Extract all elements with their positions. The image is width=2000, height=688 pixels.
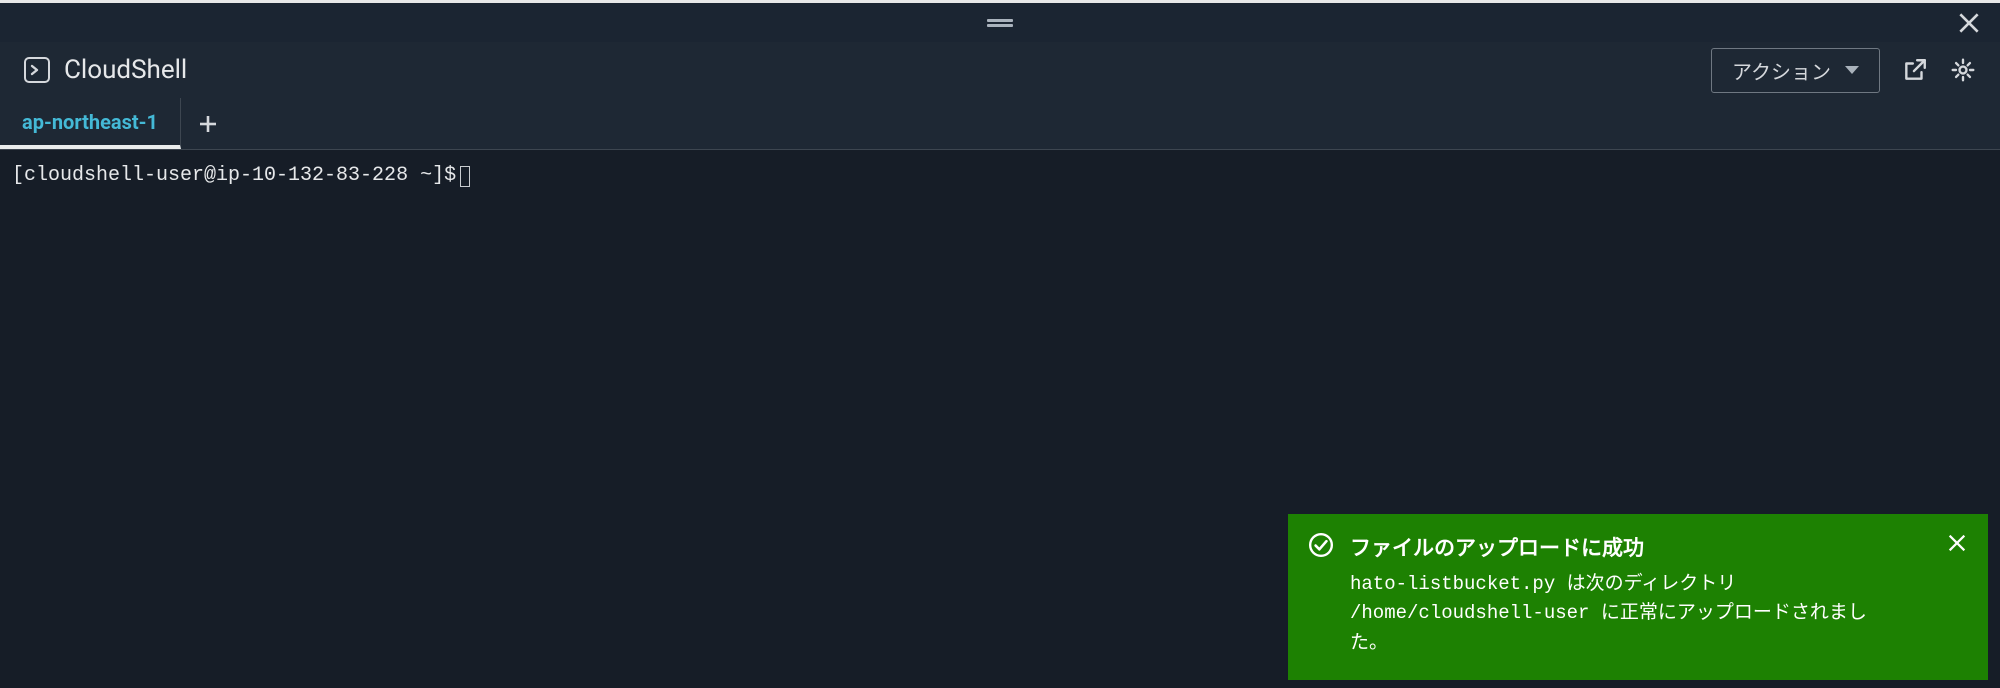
app-title: CloudShell	[64, 55, 187, 85]
toast-body: ファイルのアップロードに成功 hato-listbucket.py は次のディレ…	[1350, 532, 1930, 658]
toast-message: hato-listbucket.py は次のディレクトリ /home/cloud…	[1350, 570, 1890, 658]
external-link-icon	[1902, 57, 1928, 83]
settings-button[interactable]	[1950, 57, 1976, 83]
close-icon	[1956, 10, 1982, 36]
panel-drag-bar[interactable]	[0, 3, 2000, 42]
terminal-prompt: [cloudshell-user@ip-10-132-83-228 ~]$	[12, 164, 456, 187]
tab-bar: ap-northeast-1	[0, 98, 2000, 150]
plus-icon	[196, 112, 220, 136]
success-icon	[1308, 532, 1334, 658]
tab-label: ap-northeast-1	[22, 110, 158, 134]
terminal[interactable]: [cloudshell-user@ip-10-132-83-228 ~]$ ファ…	[0, 150, 2000, 688]
chevron-down-icon	[1845, 66, 1859, 74]
close-panel-button[interactable]	[1956, 10, 1982, 36]
logo: CloudShell	[24, 55, 187, 85]
header-actions: アクション	[1711, 48, 1976, 93]
close-icon	[1946, 532, 1968, 554]
actions-dropdown[interactable]: アクション	[1711, 48, 1880, 93]
upload-success-toast: ファイルのアップロードに成功 hato-listbucket.py は次のディレ…	[1288, 514, 1988, 680]
tab-ap-northeast-1[interactable]: ap-northeast-1	[0, 98, 181, 149]
cloudshell-icon	[24, 57, 50, 83]
add-tab-button[interactable]	[181, 98, 235, 149]
toast-close-button[interactable]	[1946, 532, 1968, 658]
open-new-tab-button[interactable]	[1902, 57, 1928, 83]
toast-title: ファイルのアップロードに成功	[1350, 532, 1930, 562]
cursor-icon	[460, 166, 470, 187]
terminal-line: [cloudshell-user@ip-10-132-83-228 ~]$	[12, 164, 1988, 187]
drag-handle-icon	[987, 19, 1013, 27]
actions-label: アクション	[1732, 56, 1831, 85]
gear-icon	[1950, 57, 1976, 83]
header: CloudShell アクション	[0, 42, 2000, 98]
